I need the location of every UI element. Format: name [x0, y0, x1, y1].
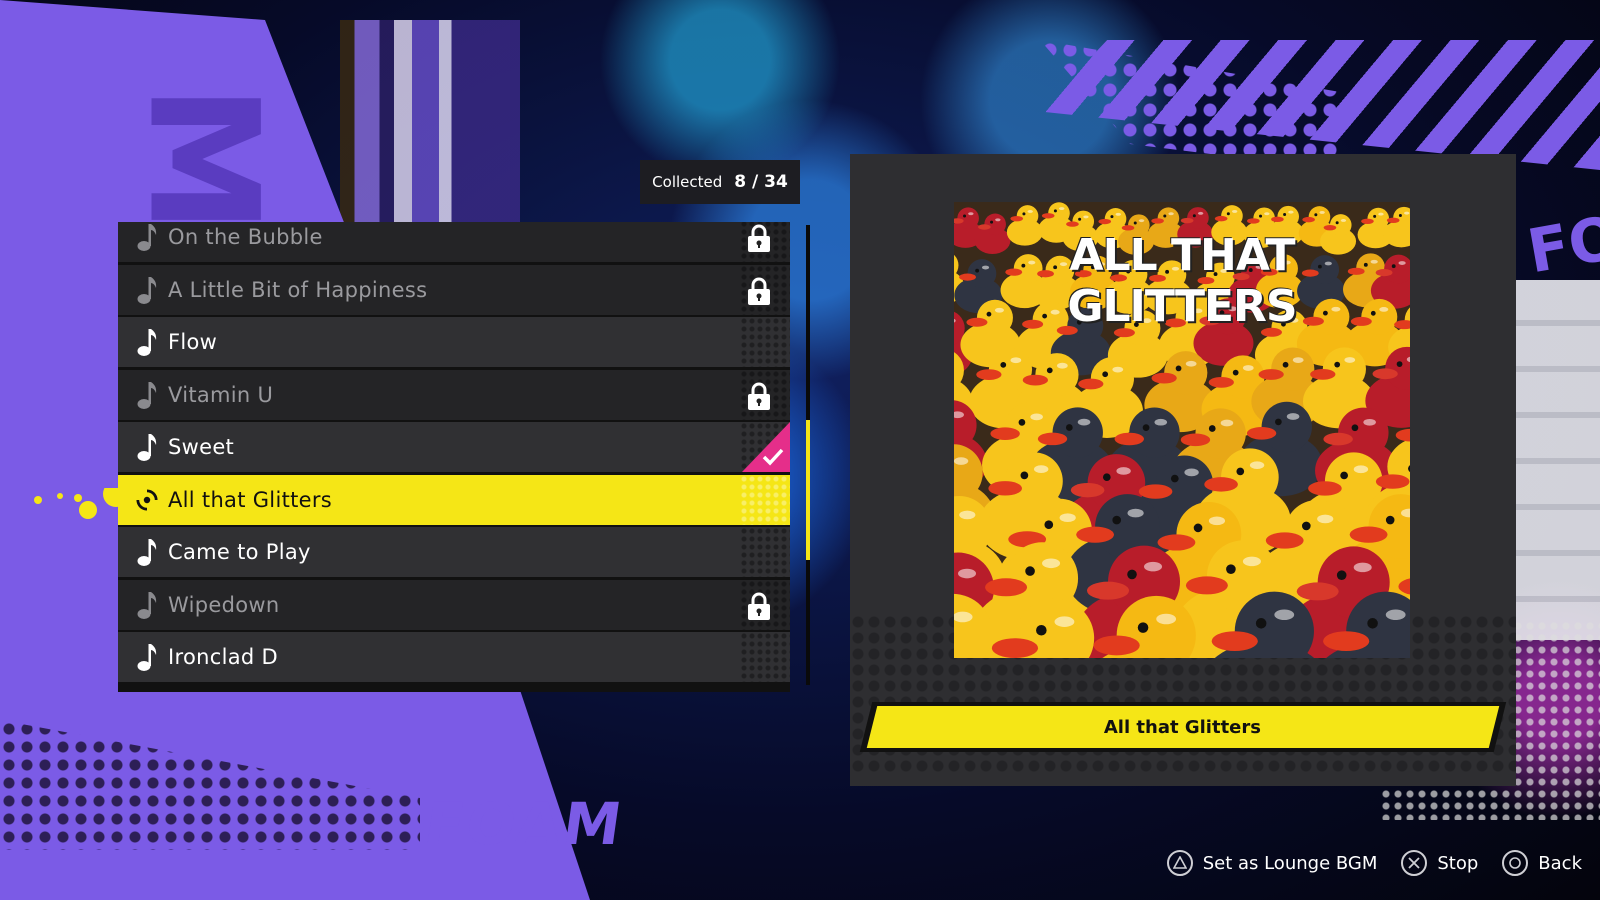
song-row[interactable]: Vitamin U: [118, 369, 790, 420]
song-row[interactable]: Came to Play: [118, 527, 790, 577]
song-title: Wipedown: [168, 592, 280, 617]
music-note-icon: [136, 642, 158, 672]
stop-button[interactable]: Stop: [1437, 853, 1478, 874]
collected-count: 8 / 34: [734, 172, 788, 192]
selection-cursor-icon: [34, 488, 129, 519]
collected-label: Collected: [652, 173, 723, 191]
preview-panel: ALL THAT GLITTERS All that Glitters: [850, 154, 1516, 786]
lock-icon: [746, 591, 772, 621]
music-note-icon: [136, 380, 158, 410]
collected-counter: Collected 8 / 34: [640, 160, 800, 204]
scrollbar-thumb[interactable]: [806, 420, 810, 560]
music-note-icon: [136, 590, 158, 620]
set-bgm-button[interactable]: Set as Lounge BGM: [1203, 853, 1378, 874]
lock-icon: [746, 381, 772, 411]
song-title-banner: All that Glitters: [859, 702, 1507, 752]
song-title: On the Bubble: [168, 225, 323, 249]
song-title: A Little Bit of Happiness: [168, 277, 428, 302]
music-note-icon: [136, 327, 158, 357]
song-title: Vitamin U: [168, 382, 274, 407]
song-title: Flow: [168, 330, 218, 354]
music-note-icon: [136, 275, 158, 305]
lock-icon: [746, 276, 772, 306]
now-playing-icon: [136, 485, 158, 515]
song-row[interactable]: Ironclad D: [118, 632, 790, 682]
song-title: Ironclad D: [168, 645, 278, 669]
triangle-button-icon[interactable]: [1166, 850, 1193, 876]
song-row[interactable]: Wipedown: [118, 579, 790, 630]
music-note-icon: [136, 537, 158, 567]
cover-title-text: ALL THAT GLITTERS: [1067, 230, 1297, 332]
song-title: All that Glitters: [168, 487, 333, 512]
back-button[interactable]: Back: [1538, 853, 1582, 874]
lock-icon: [746, 223, 772, 253]
song-row[interactable]: All that Glitters: [118, 474, 790, 525]
preview-song-title: All that Glitters: [1104, 716, 1262, 738]
song-title: Sweet: [168, 435, 235, 459]
song-list: On the Bubble A Little Bit of Happiness Fl…: [118, 222, 790, 692]
foam-decor-word: FOAM: [420, 790, 628, 858]
music-note-icon: [136, 222, 158, 252]
song-title: Came to Play: [168, 540, 311, 564]
cross-button-icon[interactable]: [1401, 850, 1428, 876]
song-row[interactable]: Sweet: [118, 422, 790, 472]
album-cover: ALL THAT GLITTERS: [954, 202, 1410, 658]
music-note-icon: [136, 432, 158, 462]
checkmark-icon: [742, 422, 790, 472]
control-hints: Set as Lounge BGM Stop Back: [1166, 848, 1582, 878]
song-row[interactable]: A Little Bit of Happiness: [118, 264, 790, 315]
circle-button-icon[interactable]: [1502, 850, 1529, 876]
background-screen: [340, 20, 520, 230]
song-row[interactable]: Flow: [118, 317, 790, 367]
song-row[interactable]: On the Bubble: [118, 222, 790, 262]
